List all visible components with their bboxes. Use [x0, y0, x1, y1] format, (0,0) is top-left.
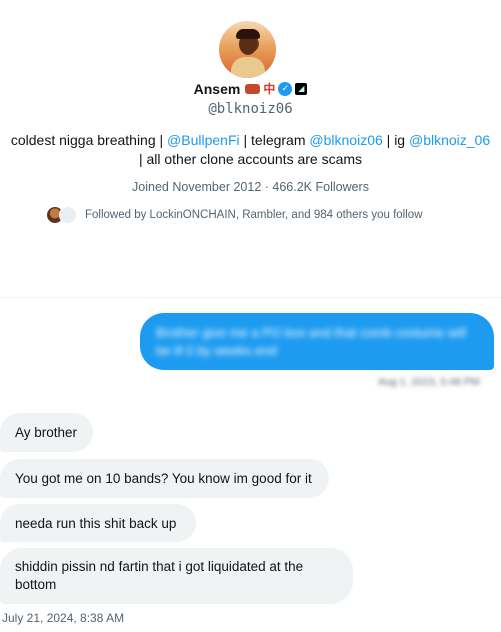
- received-message-bubble[interactable]: Ay brother: [0, 413, 93, 452]
- received-message-timestamp: July 21, 2024, 8:38 AM: [2, 611, 125, 625]
- received-message-bubble[interactable]: You got me on 10 bands? You know im good…: [0, 459, 329, 498]
- sent-message-timestamp: Aug 1, 2023, 5:48 PM: [378, 376, 480, 388]
- cow-emoji-icon: [245, 83, 261, 94]
- bio-text: | ig: [382, 132, 409, 148]
- profile-header: Ansem 中 ✓ ◢ @blknoiz06 coldest nigga bre…: [0, 0, 501, 297]
- followed-by-text: Followed by LockinONCHAIN, Rambler, and …: [85, 209, 423, 221]
- follower-avatar: [59, 206, 77, 224]
- meta-separator: ·: [261, 180, 273, 194]
- follower-avatars: [46, 206, 77, 224]
- message-text: You got me on 10 bands? You know im good…: [15, 471, 312, 486]
- profile-name-row: Ansem 中 ✓ ◢: [0, 80, 501, 97]
- sent-message-text: Brother give me a PO box and that comb c…: [156, 325, 466, 358]
- bio-link-bullpenfi[interactable]: @BullpenFi: [167, 132, 240, 148]
- divider: [0, 297, 501, 298]
- followers-count[interactable]: 466.2K Followers: [272, 180, 369, 194]
- verified-badge-icon[interactable]: ✓: [278, 81, 293, 96]
- profile-meta: Joined November 2012 · 466.2K Followers: [0, 180, 501, 194]
- bio-text: coldest nigga breathing |: [10, 132, 168, 148]
- received-message-bubble[interactable]: needa run this shit back up: [0, 504, 196, 542]
- affiliate-badge-icon[interactable]: ◢: [295, 82, 308, 95]
- message-text: needa run this shit back up: [15, 516, 177, 531]
- profile-avatar[interactable]: [219, 21, 276, 78]
- joined-date: Joined November 2012: [132, 180, 262, 194]
- followed-by-row[interactable]: Followed by LockinONCHAIN, Rambler, and …: [46, 206, 423, 224]
- received-message-bubble[interactable]: shiddin pissin nd fartin that i got liqu…: [0, 548, 353, 604]
- message-text: shiddin pissin nd fartin that i got liqu…: [15, 559, 304, 592]
- profile-handle[interactable]: @blknoiz06: [0, 101, 501, 117]
- sent-message-bubble[interactable]: Brother give me a PO box and that comb c…: [140, 313, 494, 370]
- bio-link-instagram[interactable]: @blknoiz_06: [409, 132, 490, 148]
- message-text: Ay brother: [15, 425, 78, 440]
- bio-text: | telegram: [239, 132, 310, 148]
- bio-link-telegram[interactable]: @blknoiz06: [309, 132, 382, 148]
- profile-bio: coldest nigga breathing | @BullpenFi | t…: [0, 131, 501, 169]
- bio-line-2: | all other clone accounts are scams: [138, 151, 363, 167]
- red-dragon-emoji-icon: 中: [263, 82, 276, 96]
- profile-name[interactable]: Ansem: [194, 81, 241, 97]
